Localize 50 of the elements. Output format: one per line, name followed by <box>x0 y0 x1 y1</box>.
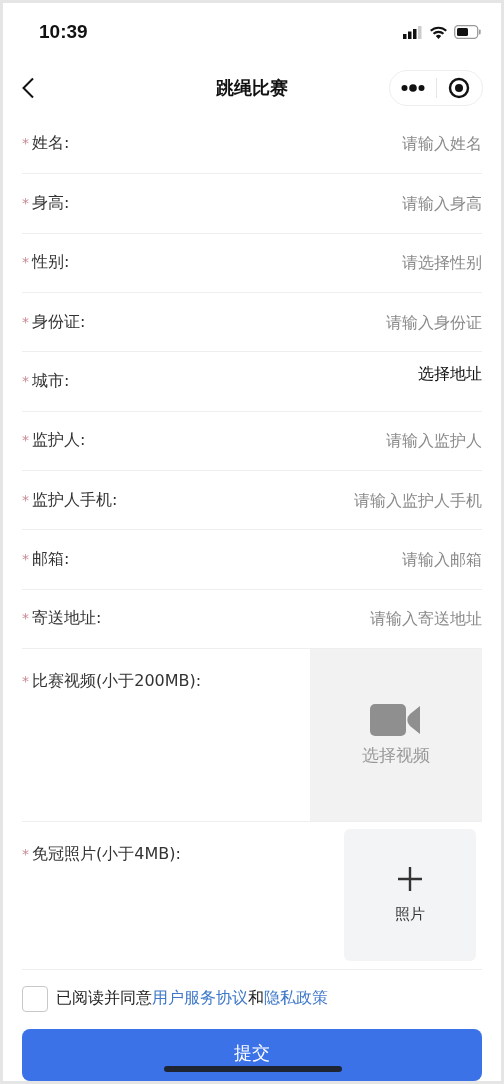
wifi-icon <box>430 25 447 39</box>
required-mark: * <box>22 372 29 389</box>
required-mark: * <box>22 673 29 689</box>
text-field[interactable]: 请输入身高 <box>79 193 482 213</box>
field-label: 监护人: <box>32 430 86 452</box>
upload-label: 照片 <box>395 904 425 924</box>
plus-icon <box>398 866 422 891</box>
text-field[interactable]: 请输入监护人手机 <box>127 490 482 510</box>
signal-icon <box>403 25 423 39</box>
status-time: 10:39 <box>39 21 89 44</box>
photo-upload-button[interactable]: 照片 <box>344 829 476 961</box>
more-icon[interactable] <box>400 84 425 93</box>
battery-icon <box>454 25 481 40</box>
target-icon[interactable] <box>448 77 471 100</box>
agree-checkbox[interactable] <box>22 985 48 1012</box>
text-field[interactable]: 请输入监护人 <box>95 431 482 451</box>
field-label: 免冠照片(小于4MB): <box>32 844 181 865</box>
field-label: 比赛视频(小于200MB): <box>32 671 202 692</box>
required-mark: * <box>22 491 29 508</box>
text-field[interactable]: 请输入寄送地址 <box>111 609 482 629</box>
back-icon[interactable] <box>21 77 35 100</box>
required-mark: * <box>22 194 29 211</box>
agreement-text: 已阅读并同意用户服务协议和隐私政策 <box>56 988 328 1010</box>
field-label: 寄送地址: <box>32 608 102 630</box>
required-mark: * <box>22 550 29 567</box>
required-mark: * <box>22 432 29 449</box>
page-title: 跳绳比赛 <box>216 77 288 99</box>
field-label: 邮箱: <box>32 548 70 570</box>
field-label: 性别: <box>32 252 70 274</box>
field-label: 城市: <box>32 370 70 392</box>
video-camera-icon <box>370 703 422 736</box>
field-label: 姓名: <box>32 133 70 155</box>
required-mark: * <box>22 610 29 627</box>
text-field[interactable]: 请选择性别 <box>79 253 482 273</box>
field-label: 身份证: <box>32 311 86 333</box>
upload-label: 选择视频 <box>362 743 430 767</box>
address-picker[interactable]: 选择地址 <box>418 364 482 386</box>
agreement-link[interactable]: 用户服务协议 <box>152 988 248 1008</box>
agreement-link[interactable]: 隐私政策 <box>264 988 328 1008</box>
required-mark: * <box>22 313 29 330</box>
text-field[interactable]: 请输入姓名 <box>79 134 482 154</box>
required-mark: * <box>22 846 29 862</box>
submit-button[interactable]: 提交 <box>22 1029 482 1081</box>
field-label: 监护人手机: <box>32 489 118 511</box>
field-label: 身高: <box>32 192 70 214</box>
video-upload-button[interactable]: 选择视频 <box>310 649 482 821</box>
required-mark: * <box>22 254 29 271</box>
text-field[interactable]: 请输入邮箱 <box>79 549 482 569</box>
text-field[interactable]: 请输入身份证 <box>95 312 482 332</box>
required-mark: * <box>22 135 29 152</box>
